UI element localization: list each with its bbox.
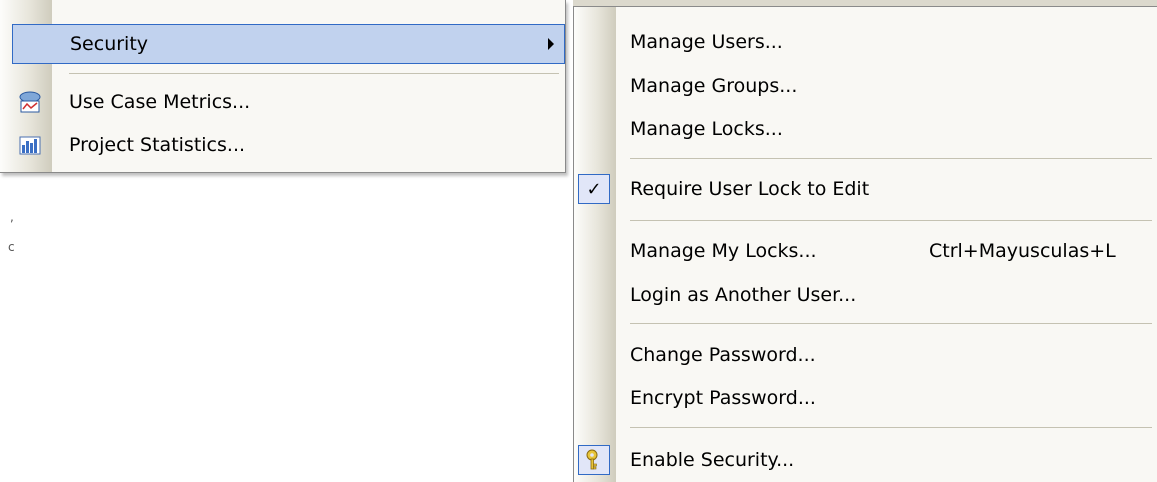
menu-separator xyxy=(69,73,559,74)
artifact-mark: , xyxy=(10,210,14,224)
project-statistics-icon xyxy=(18,133,42,157)
menu-item-label: Use Case Metrics... xyxy=(69,91,251,113)
artifact-mark: c xyxy=(8,240,15,254)
menu-item-enable-security[interactable]: Enable Security... xyxy=(574,442,1157,478)
menu-item-security[interactable]: Security xyxy=(12,24,565,64)
menu-item-label: Change Password... xyxy=(630,344,816,366)
check-icon: ✓ xyxy=(578,174,610,204)
menu-item-label: Manage Locks... xyxy=(630,118,783,140)
menu-item-label: Manage Groups... xyxy=(630,75,798,97)
menu-item-label: Encrypt Password... xyxy=(630,387,816,409)
menu-item-manage-users[interactable]: Manage Users... xyxy=(574,24,1157,60)
menu-item-use-case-metrics[interactable]: Use Case Metrics... xyxy=(0,82,565,122)
menu-item-manage-groups[interactable]: Manage Groups... xyxy=(574,68,1157,104)
menu-item-encrypt-password[interactable]: Encrypt Password... xyxy=(574,380,1157,416)
menu-item-label: Manage My Locks... xyxy=(630,240,817,262)
menu-item-shortcut: Ctrl+Mayusculas+L xyxy=(929,240,1116,262)
menu-separator xyxy=(630,158,1152,159)
menu-item-label: Project Statistics... xyxy=(69,134,246,156)
menu-item-label: Login as Another User... xyxy=(630,284,857,306)
security-submenu: Manage Users... Manage Groups... Manage … xyxy=(573,6,1157,482)
menu-item-change-password[interactable]: Change Password... xyxy=(574,337,1157,373)
menu-separator xyxy=(630,427,1152,428)
menu-item-label: Security xyxy=(70,33,149,55)
use-case-metrics-icon xyxy=(18,90,42,114)
menu-item-require-user-lock[interactable]: ✓ Require User Lock to Edit xyxy=(574,171,1157,207)
key-icon xyxy=(578,445,610,475)
menu-item-project-statistics[interactable]: Project Statistics... xyxy=(0,125,565,165)
submenu-arrow-icon xyxy=(548,38,554,50)
menu-item-manage-my-locks[interactable]: Manage My Locks... Ctrl+Mayusculas+L xyxy=(574,233,1157,269)
menu-separator xyxy=(630,220,1152,221)
menu-item-manage-locks[interactable]: Manage Locks... xyxy=(574,111,1157,147)
menu-item-label: Enable Security... xyxy=(630,449,795,471)
menu-item-login-as-another-user[interactable]: Login as Another User... xyxy=(574,277,1157,313)
menu-separator xyxy=(630,323,1152,324)
menu-item-label: Require User Lock to Edit xyxy=(630,178,870,200)
menu-item-label: Manage Users... xyxy=(630,31,783,53)
main-menu: Security Use Case Metrics... Project Sta… xyxy=(0,0,566,173)
